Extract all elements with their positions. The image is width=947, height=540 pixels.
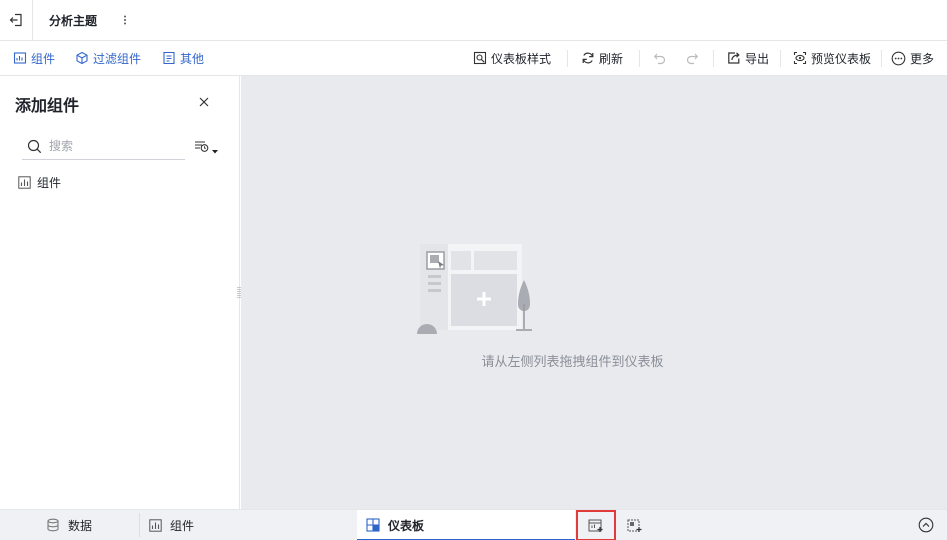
undo-icon bbox=[654, 53, 666, 65]
collapse-button[interactable] bbox=[917, 516, 935, 534]
toolbar-filter-widget-label: 过滤组件 bbox=[93, 51, 142, 66]
bottom-tab-bar: 数据 组件 仪表板 bbox=[0, 509, 947, 540]
export-icon bbox=[728, 52, 740, 64]
panel-close-button[interactable] bbox=[197, 95, 211, 109]
add-dashboard-button[interactable] bbox=[576, 510, 616, 540]
redo-button[interactable] bbox=[685, 49, 699, 67]
tab-dashboard-content: 仪表板 bbox=[366, 510, 424, 540]
other-icon bbox=[163, 51, 175, 65]
export-label: 导出 bbox=[745, 51, 770, 66]
filter-history-icon bbox=[195, 141, 218, 154]
tab-dashboard[interactable]: 仪表板 bbox=[357, 510, 575, 540]
search-icon bbox=[27, 139, 42, 153]
tab-divider bbox=[139, 513, 140, 537]
filter-widget-icon bbox=[76, 51, 88, 65]
refresh-label: 刷新 bbox=[599, 51, 624, 66]
dashboard-canvas[interactable]: 请从左侧列表拖拽组件到仪表板 bbox=[241, 76, 947, 509]
search-input[interactable] bbox=[49, 139, 169, 153]
tree-item-widget[interactable]: 组件 bbox=[18, 174, 61, 190]
toolbar-divider bbox=[567, 50, 568, 67]
empty-dashboard-illustration bbox=[416, 242, 536, 334]
preview-icon bbox=[793, 51, 807, 65]
title-more-button[interactable] bbox=[120, 11, 130, 29]
redo-icon bbox=[686, 53, 698, 65]
add-widget-panel: 添加组件 组件 bbox=[0, 76, 241, 509]
tab-dashboard-label: 仪表板 bbox=[388, 518, 425, 533]
top-bar: 分析主题 bbox=[0, 0, 947, 41]
toolbar-widget-button[interactable]: 组件 bbox=[13, 49, 55, 67]
more-label: 更多 bbox=[910, 51, 935, 66]
filter-sort-button[interactable] bbox=[194, 138, 220, 158]
export-button[interactable]: 导出 bbox=[727, 49, 769, 67]
widget-icon bbox=[13, 52, 27, 64]
page-title: 分析主题 bbox=[49, 14, 98, 28]
preview-dashboard-button[interactable]: 预览仪表板 bbox=[793, 49, 871, 67]
exit-icon bbox=[9, 13, 22, 27]
tab-data[interactable]: 数据 bbox=[46, 510, 92, 540]
refresh-button[interactable]: 刷新 bbox=[581, 49, 623, 67]
dashboard-style-label: 仪表板样式 bbox=[491, 51, 552, 66]
tab-data-label: 数据 bbox=[68, 518, 93, 533]
panel-title: 添加组件 bbox=[15, 98, 80, 115]
tab-widget-label: 组件 bbox=[170, 518, 195, 533]
toolbar-other-label: 其他 bbox=[180, 51, 205, 66]
toolbar-divider bbox=[780, 50, 781, 67]
preview-dashboard-label: 预览仪表板 bbox=[811, 51, 872, 66]
toolbar-divider bbox=[713, 50, 714, 67]
add-story-button[interactable] bbox=[624, 515, 646, 537]
exit-button[interactable] bbox=[0, 0, 33, 40]
search-box bbox=[22, 133, 185, 160]
database-icon bbox=[47, 518, 59, 532]
undo-button[interactable] bbox=[653, 49, 667, 67]
refresh-icon bbox=[582, 52, 594, 64]
empty-hint-text: 请从左侧列表拖拽组件到仪表板 bbox=[481, 354, 664, 369]
toolbar-divider bbox=[639, 50, 640, 67]
chart-icon bbox=[149, 518, 162, 532]
tab-widget[interactable]: 组件 bbox=[149, 510, 194, 540]
dashboard-style-button[interactable]: 仪表板样式 bbox=[473, 49, 551, 67]
toolbar-filter-widget-button[interactable]: 过滤组件 bbox=[75, 49, 141, 67]
more-button[interactable]: 更多 bbox=[891, 49, 934, 67]
dashboard-icon bbox=[366, 518, 380, 532]
tree-item-label: 组件 bbox=[37, 175, 62, 190]
toolbar-other-button[interactable]: 其他 bbox=[162, 49, 204, 67]
style-icon bbox=[473, 51, 487, 65]
add-story-icon bbox=[627, 519, 642, 532]
chevron-up-circle-icon bbox=[918, 517, 934, 533]
add-dashboard-icon bbox=[588, 519, 603, 532]
toolbar-widget-label: 组件 bbox=[31, 51, 56, 66]
chart-icon bbox=[18, 175, 31, 189]
close-icon bbox=[199, 97, 209, 107]
toolbar: 组件 过滤组件 其他 仪表板样式 刷新 导出 预览仪表板 更多 bbox=[0, 41, 947, 76]
toolbar-divider bbox=[881, 50, 882, 67]
more-icon bbox=[891, 51, 906, 65]
more-vertical-icon bbox=[124, 15, 126, 25]
